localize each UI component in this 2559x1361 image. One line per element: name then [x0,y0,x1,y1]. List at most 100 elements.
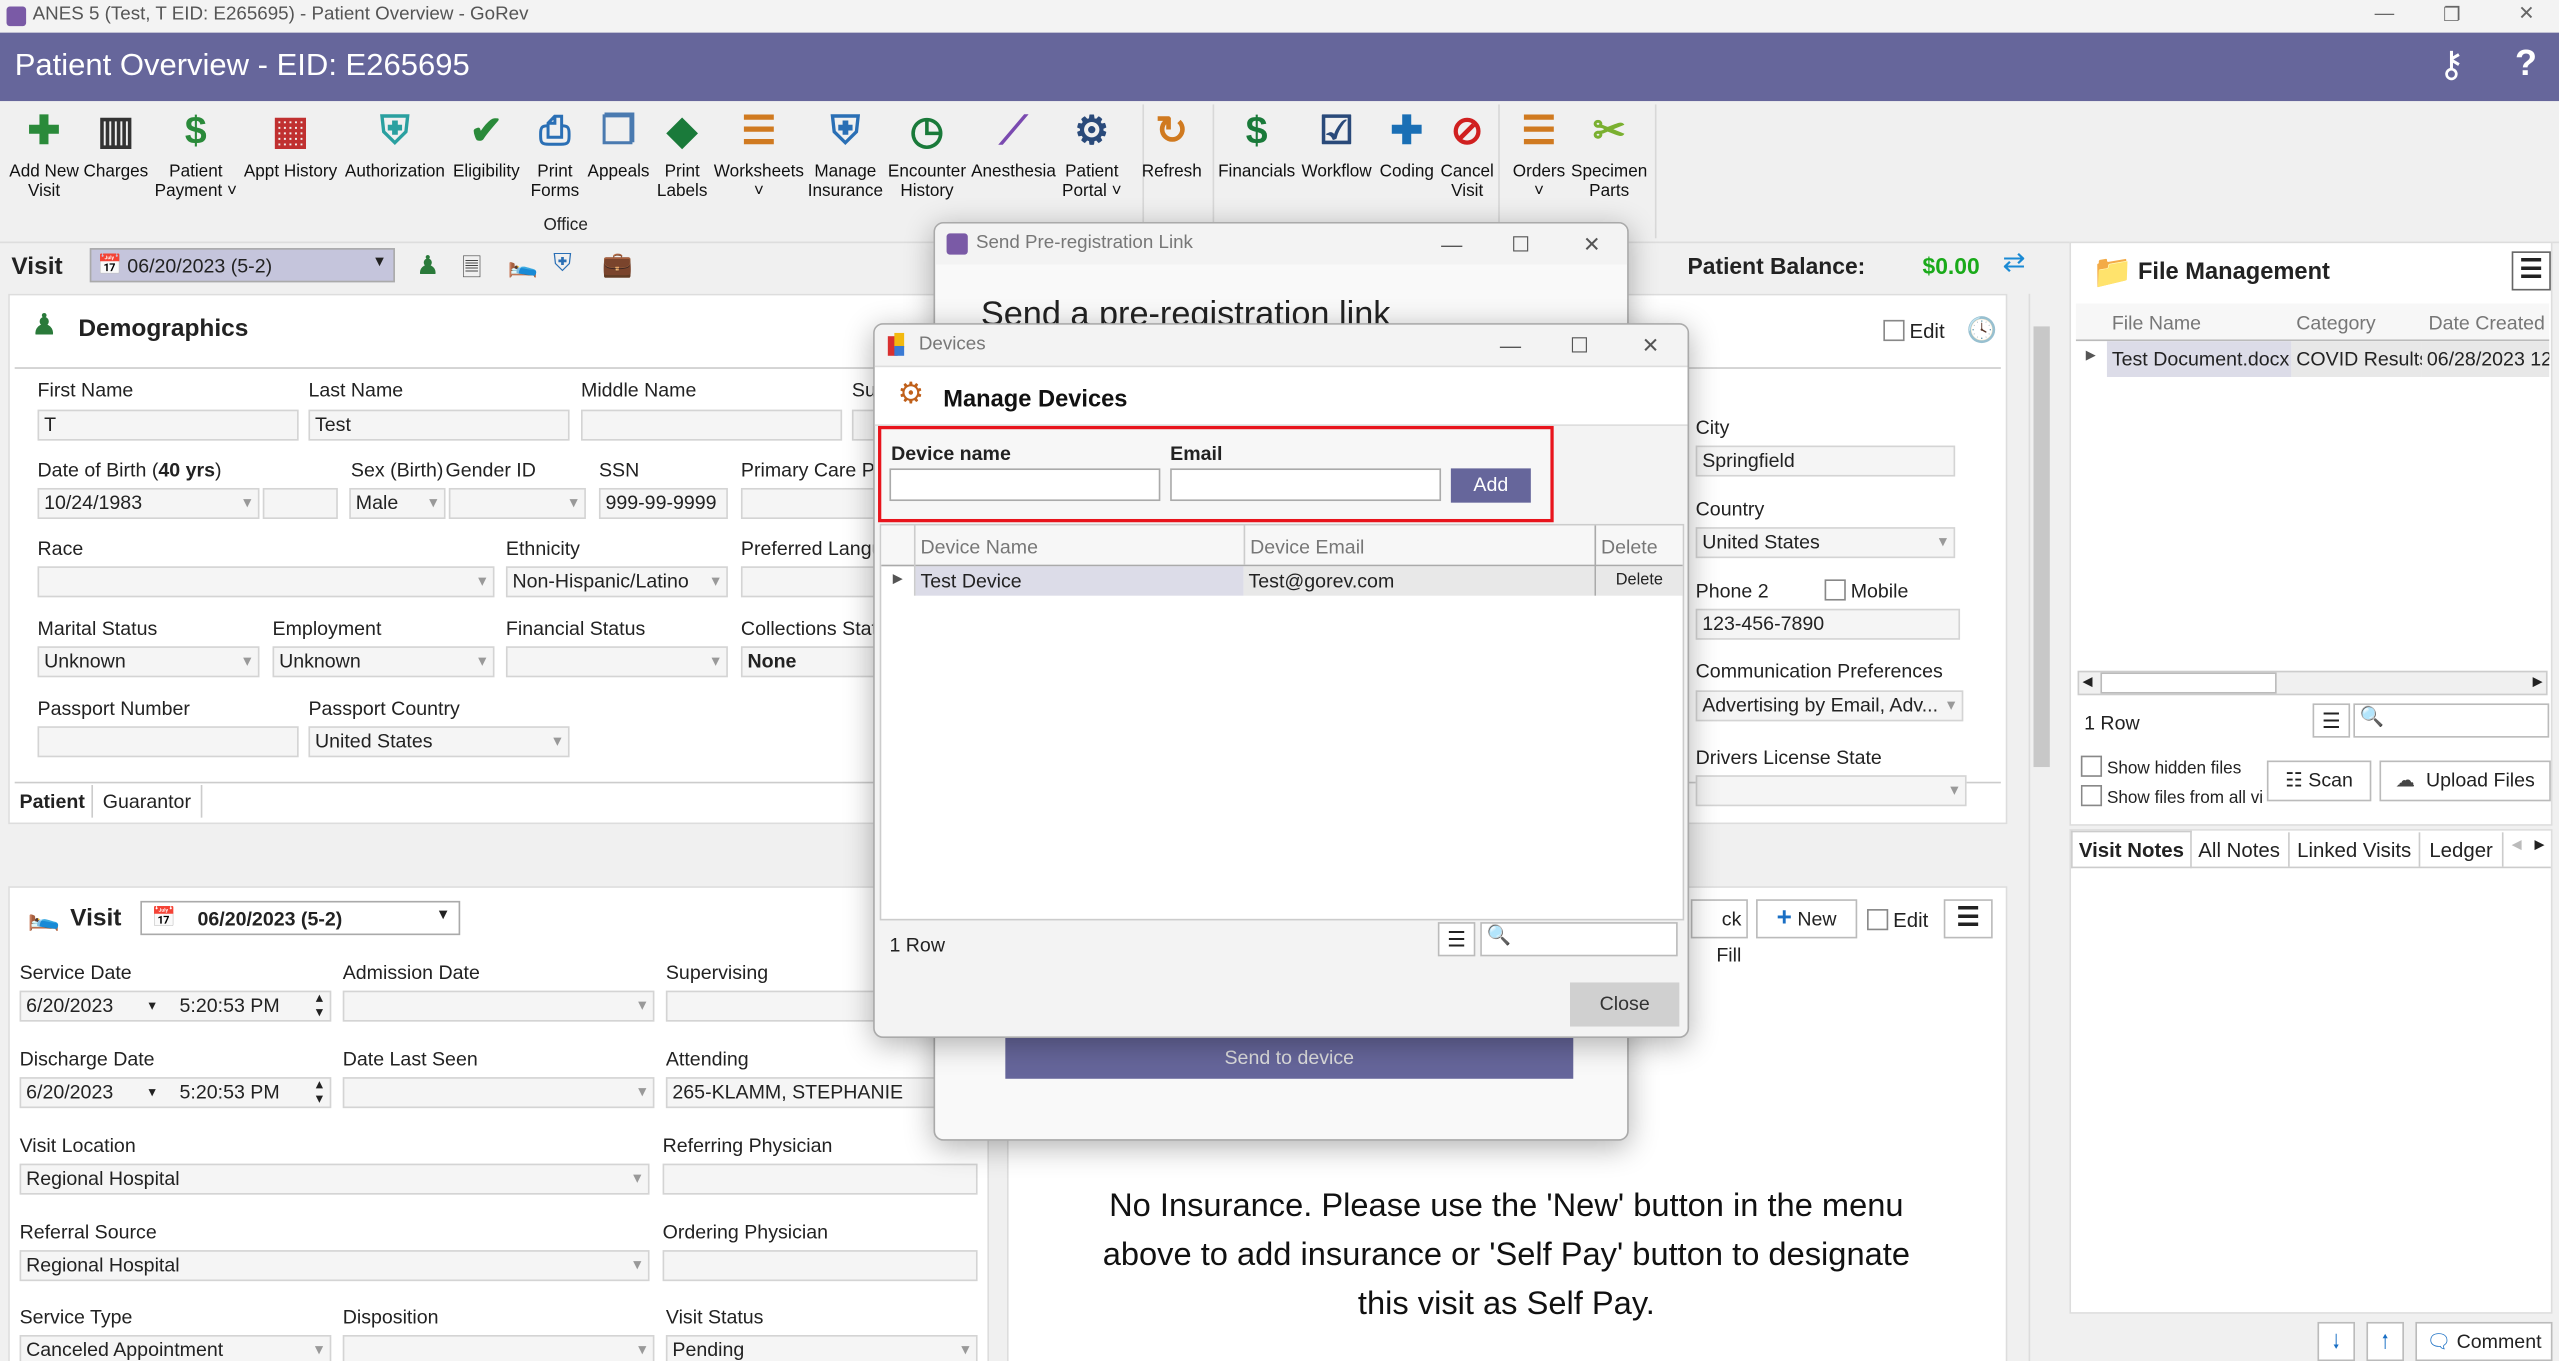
device-search-input[interactable]: 🔍 [1480,922,1678,957]
column-header-date-created[interactable]: Date Created [2428,312,2544,335]
minimize-icon[interactable]: — [1441,224,1462,265]
ordering-input[interactable] [662,1250,978,1282]
insurance-shield-icon[interactable]: ⛨ [553,250,571,278]
column-header-device-email[interactable]: Device Email [1250,535,1364,558]
date-last-seen-select[interactable] [342,1077,655,1109]
column-header-category[interactable]: Category [2296,312,2375,335]
patient-icon[interactable]: ♟ [416,250,439,283]
attending-input[interactable]: 265-KLAMM, STEPHANIE [665,1077,978,1109]
race-select[interactable] [37,566,495,598]
tab-all-notes[interactable]: All Notes [2190,832,2290,867]
phone2-input[interactable]: 123-456-7890 [1695,608,1961,640]
ribbon-button-specimen-parts[interactable]: ✂ Specimen Parts [1557,108,1661,200]
ribbon-button-appt-history[interactable]: ▦ Appt History [238,108,342,181]
service-type-input[interactable]: Canceled Appointment [19,1334,332,1361]
tab-linked-visits[interactable]: Linked Visits [2290,832,2421,867]
demographics-edit-checkbox[interactable]: Edit [1883,319,1945,343]
time-spinner-icon[interactable]: ▴ ▾ [316,992,323,1020]
tab-scroll-right-icon[interactable]: ▶ [2535,837,2545,852]
tab-ledger[interactable]: Ledger [2420,832,2504,867]
visit-status-input[interactable]: Pending [665,1334,978,1361]
ribbon-button-patient-payment[interactable]: $ Patient Payment ˅ [144,108,248,200]
close-button[interactable]: Close [1570,982,1680,1027]
tab-visit-notes[interactable]: Visit Notes [2071,830,2192,869]
table-row[interactable]: ▶ Test Document.docx COVID Results 06/28… [2076,341,2550,377]
middle-name-input[interactable] [580,409,843,441]
employment-select[interactable]: Unknown [272,646,495,678]
restore-icon[interactable]: ❐ [2443,3,2461,26]
comment-button[interactable]: 🗨 Comment [2415,1321,2553,1361]
marital-select[interactable]: Unknown [37,646,260,678]
email-input[interactable] [1170,468,1442,502]
discharge-date-input[interactable]: 6/20/2023 ▾ 5:20:53 PM ▴ ▾ [19,1077,332,1109]
move-down-button[interactable]: 🠓 [2317,1321,2356,1361]
time-spinner-icon[interactable]: ▴ ▾ [316,1079,323,1107]
disposition-select[interactable] [342,1334,655,1361]
ssn-input[interactable]: 999-99-9999 [598,487,728,519]
delete-device-button[interactable]: Delete [1596,566,1683,596]
comm-select[interactable]: Advertising by Email, Adv... [1695,690,1964,722]
id-card-icon[interactable]: 🗏 [462,251,482,292]
visit-selector[interactable]: 📅 06/20/2023 (5-2) ▼ [89,248,395,283]
country-select[interactable]: United States [1695,527,1956,559]
ribbon-button-authorization[interactable]: ⛨ Authorization [343,108,447,181]
dob-extra-input[interactable] [262,487,338,519]
tab-scroll-left-icon[interactable]: ◀ [2512,837,2522,852]
help-icon[interactable]: ? [2515,42,2537,84]
close-icon[interactable]: ✕ [2518,2,2534,25]
sex-select[interactable]: Male [349,487,446,519]
passport-country-select[interactable]: United States [308,726,570,758]
move-up-button[interactable]: 🠑 [2366,1321,2404,1361]
show-all-visits-checkbox[interactable]: Show files from all visits [2080,785,2264,808]
passport-number-input[interactable] [37,726,299,758]
device-columns-menu-icon[interactable]: ☰ [1437,922,1476,957]
device-name-input[interactable] [889,468,1161,502]
ethnicity-label: Ethnicity [505,536,580,560]
minimize-icon[interactable]: — [2375,2,2395,25]
quick-fill-button[interactable]: ck Fill [1690,899,1748,966]
visit-panel-selector[interactable]: 📅 06/20/2023 (5-2) ▼ [140,900,461,936]
patient-balance-label: Patient Balance: [1687,252,1866,280]
scan-button[interactable]: ☷ Scan [2266,760,2372,802]
upload-files-button[interactable]: ☁ Upload Files [2379,760,2551,802]
referring-input[interactable] [662,1163,978,1195]
referral-source-select[interactable]: Regional Hospital [19,1250,650,1282]
new-insurance-button[interactable]: + New [1756,899,1858,939]
show-hidden-files-checkbox[interactable]: Show hidden files [2080,755,2241,778]
minimize-icon[interactable]: — [1500,325,1521,366]
insurance-edit-checkbox[interactable]: Edit [1867,909,1928,932]
add-device-button[interactable]: Add [1450,468,1531,503]
history-clock-icon[interactable]: 🕓 [1967,315,1997,345]
column-header-device-name[interactable]: Device Name [920,535,1038,558]
ethnicity-select[interactable]: Non-Hispanic/Latino [505,566,728,598]
bed-icon[interactable]: 🛌 [508,250,538,279]
tab-guarantor[interactable]: Guarantor [93,785,203,818]
service-date-input[interactable]: 6/20/2023 ▾ 5:20:53 PM ▴ ▾ [19,990,332,1022]
maximize-icon[interactable]: ☐ [1570,325,1589,366]
tab-patient[interactable]: Patient [13,785,94,818]
file-columns-menu-icon[interactable]: ☰ [2312,703,2351,738]
first-name-input[interactable]: T [37,409,299,441]
dl-state-select[interactable] [1695,775,1967,807]
maximize-icon[interactable]: ☐ [1511,224,1530,265]
last-name-input[interactable]: Test [308,409,570,441]
close-icon[interactable]: ✕ [1583,224,1601,265]
financial-select[interactable] [505,646,728,678]
briefcase-shield-icon[interactable]: 💼 [602,250,632,279]
file-search-input[interactable]: 🔍 [2353,703,2550,738]
gender-select[interactable] [448,487,586,519]
column-header-file-name[interactable]: File Name [2112,312,2201,335]
insurance-menu-icon[interactable]: ☰ [1943,899,1993,939]
send-to-device-button[interactable]: Send to device [1005,1036,1574,1079]
table-row[interactable]: ▶ Test Device Test@gorev.com Delete [881,566,1683,596]
file-menu-icon[interactable]: ☰ [2511,251,2551,291]
dob-select[interactable]: 10/24/1983 [37,487,260,519]
keys-icon[interactable]: ⚷ [2438,44,2464,86]
admission-date-select[interactable] [342,990,655,1022]
refresh-balance-icon[interactable]: ⇄ [2002,246,2025,279]
close-icon[interactable]: ✕ [1642,325,1660,366]
main-scrollbar[interactable] [2028,293,2055,1361]
visit-location-select[interactable]: Regional Hospital [19,1163,650,1195]
horizontal-scrollbar[interactable]: ◀ ▶ [2077,670,2548,696]
city-input[interactable]: Springfield [1695,445,1956,477]
